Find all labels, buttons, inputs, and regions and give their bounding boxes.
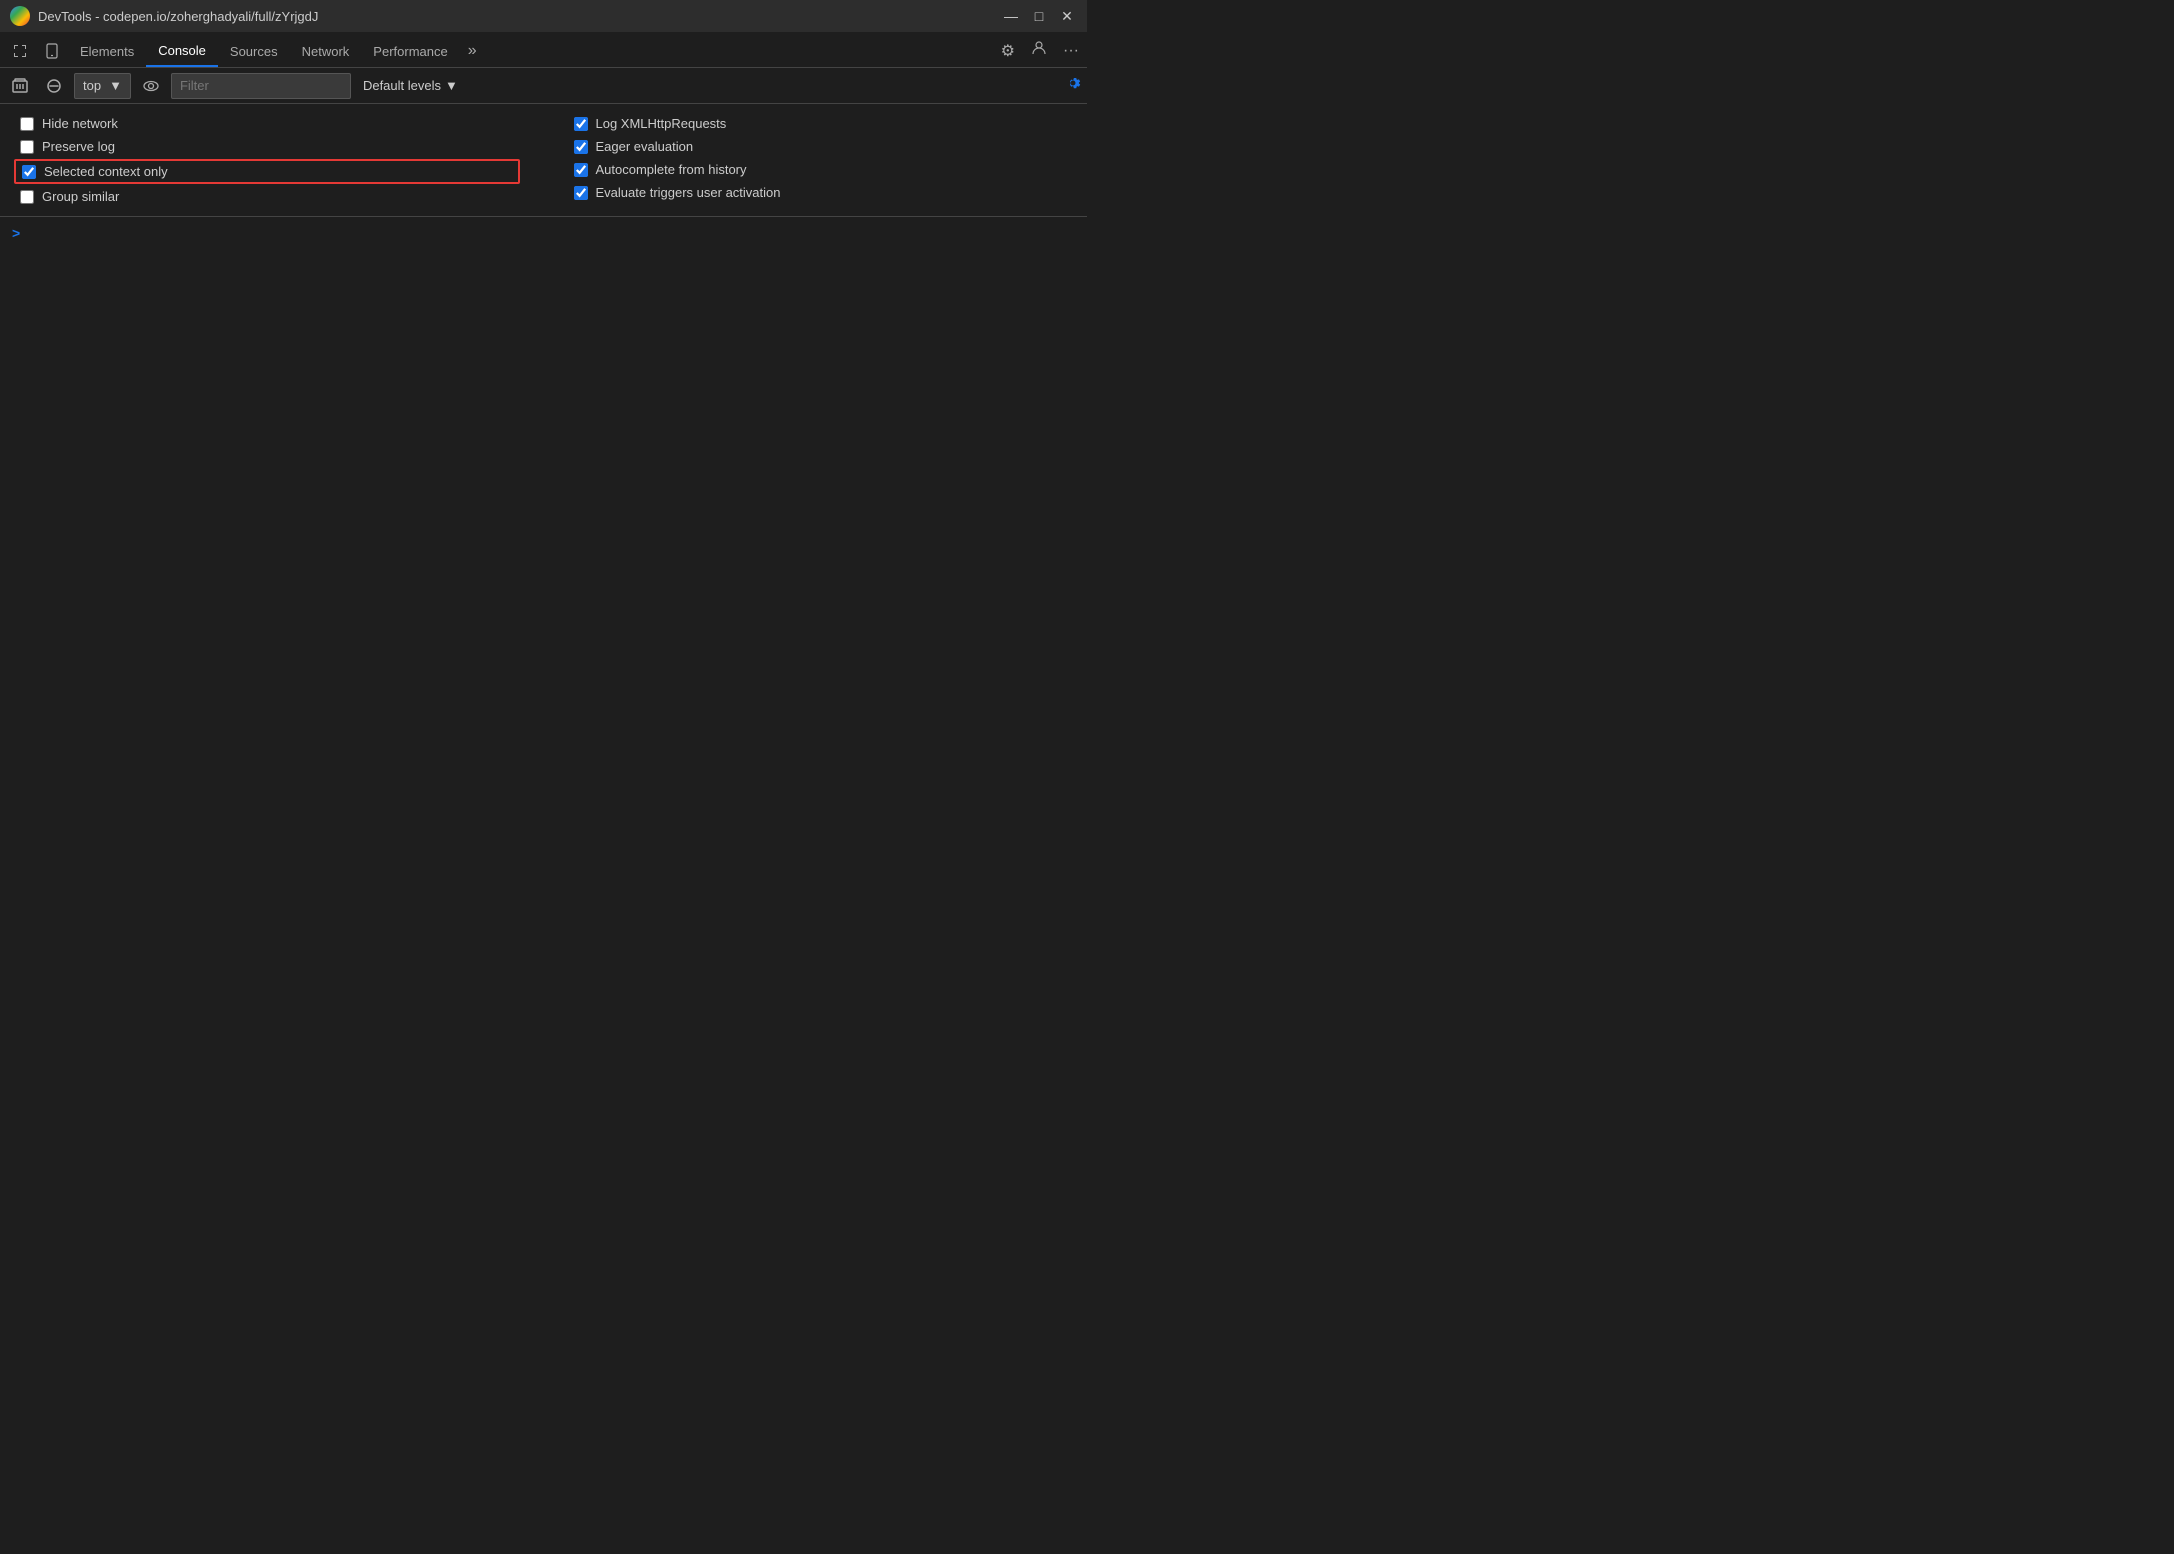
selected-context-label: Selected context only [44, 164, 168, 179]
eager-eval-item[interactable]: Eager evaluation [574, 139, 1068, 154]
tab-performance[interactable]: Performance [361, 35, 459, 67]
console-toolbar: top ▼ Default levels ▼ [0, 68, 1087, 104]
selected-context-checkbox[interactable] [22, 165, 36, 179]
tab-network[interactable]: Network [290, 35, 362, 67]
console-area[interactable]: > [0, 217, 1087, 777]
console-prompt: > [12, 225, 20, 241]
filter-input[interactable] [171, 73, 351, 99]
title-bar-controls: — □ ✕ [1001, 8, 1077, 25]
hide-network-checkbox[interactable] [20, 117, 34, 131]
no-entry-icon[interactable] [40, 72, 68, 100]
eye-icon[interactable] [137, 72, 165, 100]
clear-console-button[interactable] [6, 72, 34, 100]
context-arrow: ▼ [109, 78, 122, 93]
group-similar-label: Group similar [42, 189, 119, 204]
eval-triggers-label: Evaluate triggers user activation [596, 185, 781, 200]
group-similar-checkbox[interactable] [20, 190, 34, 204]
title-bar: DevTools - codepen.io/zoherghadyali/full… [0, 0, 1087, 32]
main-content: Elements Console Sources Network Perform… [0, 32, 1087, 777]
device-toolbar-icon[interactable] [36, 35, 68, 67]
maximize-button[interactable]: □ [1029, 8, 1049, 25]
hide-network-label: Hide network [42, 116, 118, 131]
settings-left-col: Hide network Preserve log Selected conte… [20, 116, 514, 204]
preserve-log-item[interactable]: Preserve log [20, 139, 514, 154]
eager-eval-checkbox[interactable] [574, 140, 588, 154]
log-levels-button[interactable]: Default levels ▼ [357, 76, 464, 95]
more-options-icon[interactable]: ··· [1059, 40, 1083, 62]
minimize-button[interactable]: — [1001, 8, 1021, 25]
hide-network-item[interactable]: Hide network [20, 116, 514, 131]
tab-elements[interactable]: Elements [68, 35, 146, 67]
log-xhr-label: Log XMLHttpRequests [596, 116, 727, 131]
inspector-icon[interactable] [4, 35, 36, 67]
close-button[interactable]: ✕ [1057, 8, 1077, 25]
more-tabs-button[interactable]: » [460, 35, 485, 67]
console-settings-gear[interactable] [1065, 75, 1081, 96]
autocomplete-history-label: Autocomplete from history [596, 162, 747, 177]
context-value: top [83, 78, 101, 93]
context-selector[interactable]: top ▼ [74, 73, 131, 99]
eval-triggers-item[interactable]: Evaluate triggers user activation [574, 185, 1068, 200]
user-icon[interactable] [1027, 38, 1051, 63]
group-similar-item[interactable]: Group similar [20, 189, 514, 204]
tab-console[interactable]: Console [146, 35, 218, 67]
preserve-log-label: Preserve log [42, 139, 115, 154]
autocomplete-history-checkbox[interactable] [574, 163, 588, 177]
settings-right-col: Log XMLHttpRequests Eager evaluation Aut… [574, 116, 1068, 200]
eval-triggers-checkbox[interactable] [574, 186, 588, 200]
log-xhr-checkbox[interactable] [574, 117, 588, 131]
log-xhr-item[interactable]: Log XMLHttpRequests [574, 116, 1068, 131]
autocomplete-history-item[interactable]: Autocomplete from history [574, 162, 1068, 177]
tab-bar-right: ⚙ ··· [997, 38, 1083, 67]
eager-eval-label: Eager evaluation [596, 139, 694, 154]
settings-panel: Hide network Preserve log Selected conte… [0, 104, 1087, 217]
tab-sources[interactable]: Sources [218, 35, 290, 67]
tab-bar: Elements Console Sources Network Perform… [0, 32, 1087, 68]
settings-row: Hide network Preserve log Selected conte… [20, 116, 1067, 204]
preserve-log-checkbox[interactable] [20, 140, 34, 154]
title-bar-text: DevTools - codepen.io/zoherghadyali/full… [38, 9, 993, 24]
selected-context-item[interactable]: Selected context only [14, 159, 520, 184]
settings-icon[interactable]: ⚙ [997, 39, 1019, 63]
devtools-icon [10, 6, 30, 26]
